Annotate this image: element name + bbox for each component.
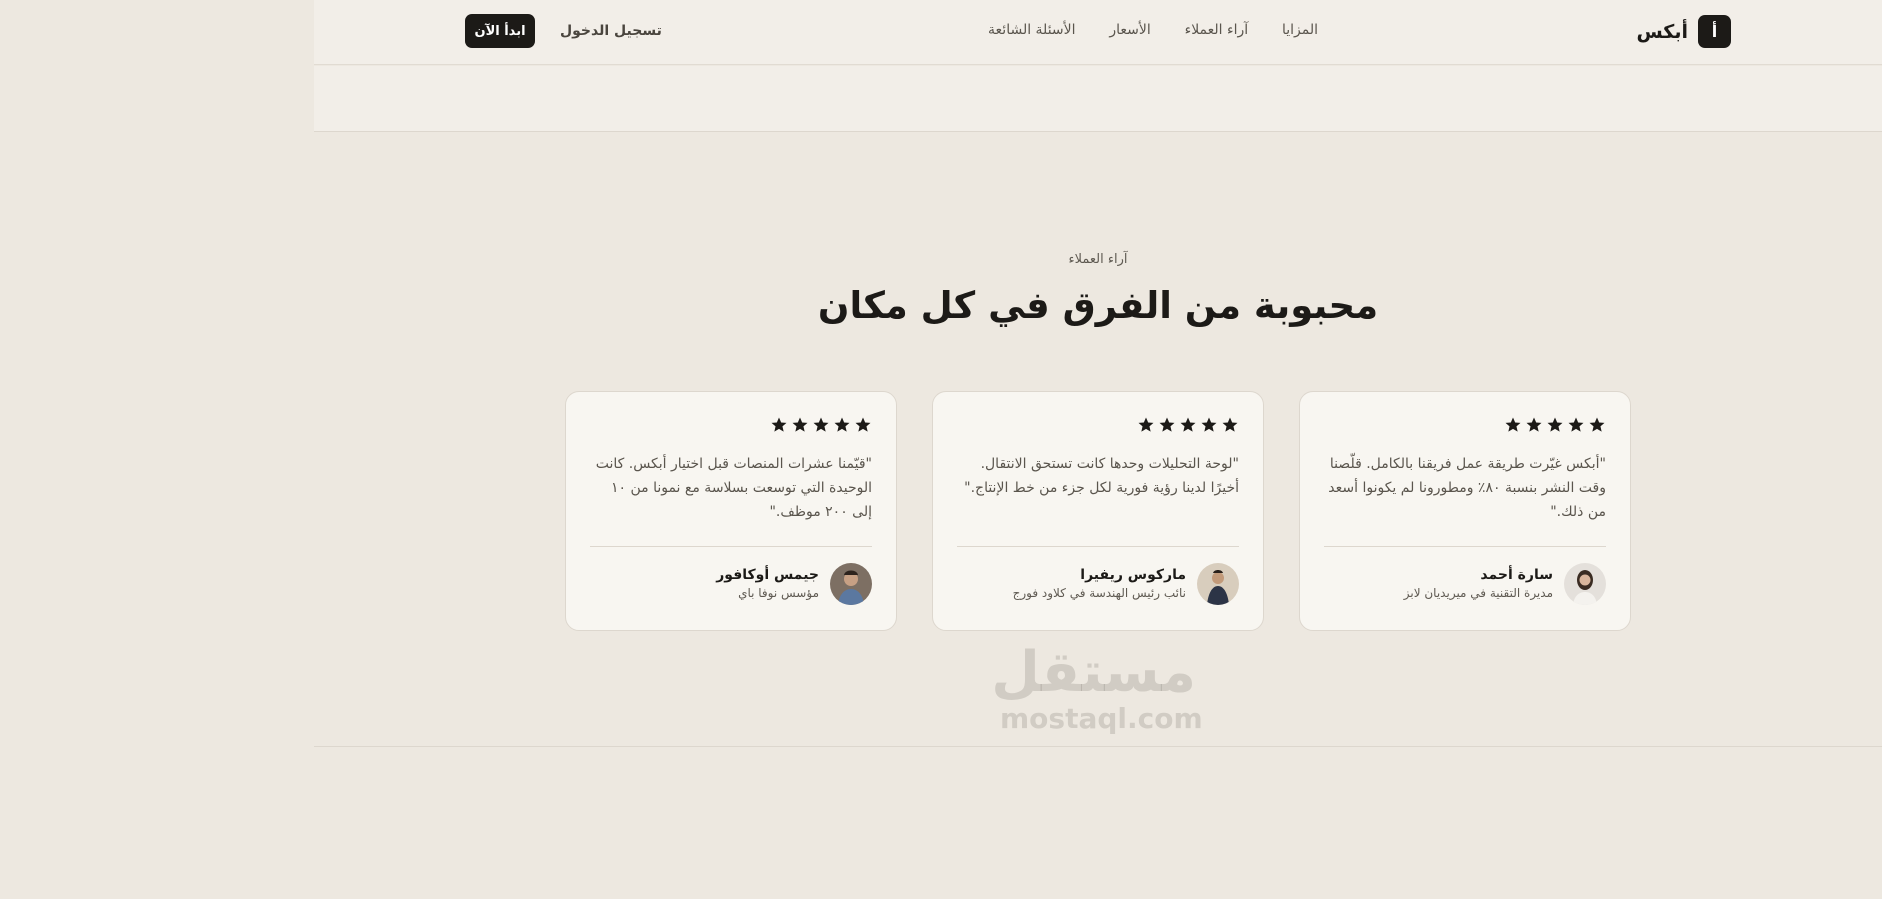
author-name: ماركوس ريفيرا: [1080, 567, 1186, 583]
star-icon: [1159, 417, 1175, 432]
brand[interactable]: أ أبكس: [1636, 15, 1731, 48]
testimonial-card: "لوحة التحليلات وحدها كانت تستحق الانتقا…: [932, 391, 1264, 631]
card-divider: [590, 546, 872, 547]
star-icon: [1201, 417, 1217, 432]
main-nav: المزايا آراء العملاء الأسعار الأسئلة الش…: [988, 22, 1318, 38]
star-icon: [1568, 417, 1584, 432]
star-icon: [1526, 417, 1542, 432]
site-header: أ أبكس المزايا آراء العملاء الأسعار الأس…: [314, 0, 1882, 65]
author-name: سارة أحمد: [1480, 567, 1553, 583]
testimonial-quote: "لوحة التحليلات وحدها كانت تستحق الانتقا…: [964, 456, 1239, 496]
author-name: جيمس أوكافور: [716, 567, 819, 583]
header-band: [314, 66, 1882, 132]
watermark-arabic: مستقل: [991, 640, 1196, 705]
section-bottom-border: [314, 746, 1882, 747]
rating-stars: [1504, 416, 1606, 434]
testimonial-author: جيمس أوكافور مؤسس نوفا باي: [716, 563, 872, 605]
star-icon: [1222, 417, 1238, 432]
testimonial-author: سارة أحمد مديرة التقنية في ميريديان لابز: [1404, 563, 1606, 605]
star-icon: [1505, 417, 1521, 432]
get-started-button[interactable]: ابدأ الآن: [465, 14, 535, 48]
watermark-latin: mostaql.com: [1000, 702, 1203, 735]
testimonial-quote: "قيّمنا عشرات المنصات قبل اختيار أبكس. ك…: [595, 456, 872, 520]
author-role: مديرة التقنية في ميريديان لابز: [1403, 586, 1553, 600]
star-icon: [1180, 417, 1196, 432]
star-icon: [1547, 417, 1563, 432]
avatar: [1564, 563, 1606, 605]
section-eyebrow: آراء العملاء: [1068, 252, 1128, 267]
nav-link-testimonials[interactable]: آراء العملاء: [1185, 22, 1249, 38]
testimonial-quote: "أبكس غيّرت طريقة عمل فريقنا بالكامل. قل…: [1328, 456, 1606, 520]
testimonial-card: "قيّمنا عشرات المنصات قبل اختيار أبكس. ك…: [565, 391, 897, 631]
star-icon: [1589, 417, 1605, 432]
card-divider: [957, 546, 1239, 547]
logo-mark: أ: [1698, 15, 1731, 48]
rating-stars: [1137, 416, 1239, 434]
card-divider: [1324, 546, 1606, 547]
author-role: نائب رئيس الهندسة في كلاود فورج: [1012, 586, 1186, 600]
star-icon: [1138, 417, 1154, 432]
brand-name: أبكس: [1636, 20, 1688, 43]
login-link[interactable]: تسجيل الدخول: [560, 23, 662, 39]
nav-link-features[interactable]: المزايا: [1282, 22, 1318, 38]
testimonial-card: "أبكس غيّرت طريقة عمل فريقنا بالكامل. قل…: [1299, 391, 1631, 631]
nav-link-pricing[interactable]: الأسعار: [1109, 22, 1150, 38]
nav-link-faq[interactable]: الأسئلة الشائعة: [988, 22, 1076, 38]
avatar: [830, 563, 872, 605]
star-icon: [855, 417, 871, 432]
testimonial-author: ماركوس ريفيرا نائب رئيس الهندسة في كلاود…: [1013, 563, 1239, 605]
star-icon: [813, 417, 829, 432]
star-icon: [771, 417, 787, 432]
star-icon: [834, 417, 850, 432]
section-title: محبوبة من الفرق في كل مكان: [817, 284, 1379, 327]
watermark-logo: مستقل mostaql.com: [991, 640, 1203, 735]
rating-stars: [770, 416, 872, 434]
author-role: مؤسس نوفا باي: [738, 586, 819, 600]
avatar: [1197, 563, 1239, 605]
star-icon: [792, 417, 808, 432]
